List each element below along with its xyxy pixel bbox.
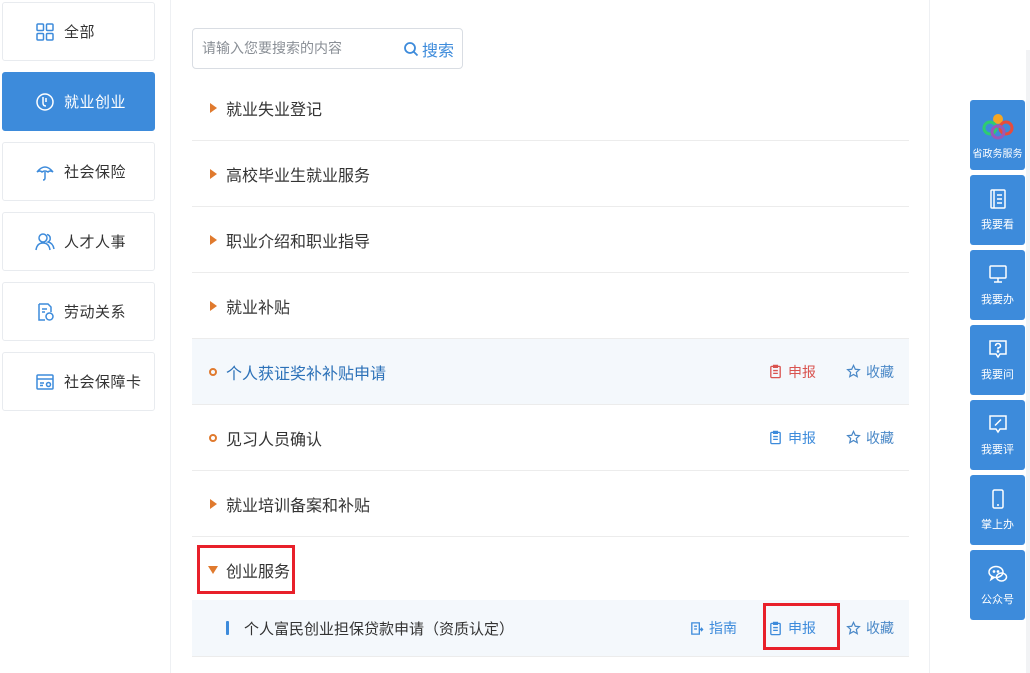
list-item[interactable]: 就业补贴 [192,273,909,339]
guide-button[interactable]: 指南 [689,618,737,638]
clipboard-icon [770,364,781,379]
favorite-button[interactable]: 收藏 [846,618,894,638]
mobile-button[interactable]: 掌上办 [970,475,1025,545]
wechat-icon [987,565,1007,582]
sidebar-item-label: 劳动关系 [64,303,127,321]
toolbar-label: 掌上办 [981,518,1014,531]
category-title: 就业培训备案和补贴 [226,495,371,515]
expand-arrow-icon [208,168,218,179]
guide-label: 指南 [709,621,737,637]
toolbar-label: 公众号 [981,593,1014,606]
toolbar-label: 我要问 [981,368,1014,381]
phone-icon [991,489,1004,509]
clipboard-icon [770,430,781,445]
document-shield-icon [35,302,55,322]
expand-arrow-icon [208,234,218,245]
sidebar-item-social-card[interactable]: 社会保障卡 [2,352,155,411]
list-item[interactable]: 就业失业登记 [192,75,909,141]
star-icon [846,430,861,444]
expand-arrow-icon [208,498,218,509]
wechat-button[interactable]: 公众号 [970,550,1025,620]
sidebar-item-label: 社会保障卡 [64,373,142,391]
sidebar-item-label: 人才人事 [64,233,127,251]
page-edge-divider [1026,50,1030,673]
sidebar-item-all[interactable]: 全部 [2,2,155,61]
list-item[interactable]: 创业服务 [192,537,909,603]
sidebar-item-label: 全部 [64,23,96,41]
expand-arrow-icon [208,102,218,113]
favorite-label: 收藏 [866,430,894,447]
category-title: 职业介绍和职业指导 [226,231,371,251]
service-title[interactable]: 个人获证奖补补贴申请 [226,360,386,384]
sidebar-item-employment[interactable]: 就业创业 [2,72,155,131]
ask-button[interactable]: 我要问 [970,325,1025,395]
circle-bullet-icon [208,433,218,442]
favorite-label: 收藏 [866,364,894,381]
star-icon [846,620,861,635]
sidebar-item-social-insurance[interactable]: 社会保险 [2,142,155,201]
highlight-box-startup-service [197,545,295,594]
view-button[interactable]: 我要看 [970,175,1025,245]
service-title[interactable]: 个人富民创业担保贷款申请（资质认定） [244,618,514,639]
toolbar-label: 省政务服务 [972,148,1023,160]
province-service-button[interactable]: 省政务服务 [970,100,1025,170]
list-item[interactable]: 职业介绍和职业指导 [192,207,909,273]
people-icon [35,232,55,252]
search-button[interactable]: 搜索 [403,37,462,61]
review-button[interactable]: 我要评 [970,400,1025,470]
apply-label: 申报 [788,364,816,381]
list-item[interactable]: 见习人员确认 申报 收藏 [192,405,909,471]
search-input[interactable] [193,29,403,68]
guide-document-icon [691,621,704,635]
circle-bullet-icon [208,367,218,376]
apply-button[interactable]: 申报 [768,428,816,448]
favorite-button[interactable]: 收藏 [846,428,894,448]
sidebar-item-label: 就业创业 [64,93,127,111]
employment-icon [35,92,55,112]
search-icon [404,41,419,56]
search-box: 搜索 [192,28,463,69]
service-title[interactable]: 见习人员确认 [226,426,322,450]
star-icon [846,364,861,378]
monitor-icon [988,265,1007,283]
book-icon [989,189,1006,209]
province-logo-icon [982,113,1013,139]
toolbar-label: 我要评 [981,443,1014,456]
favorite-label: 收藏 [866,621,894,637]
sub-item-bar-icon [222,621,232,635]
apply-label: 申报 [788,430,816,447]
list-item[interactable]: 个人获证奖补补贴申请 申报 收藏 [192,339,909,405]
sidebar-item-talent[interactable]: 人才人事 [2,212,155,271]
sidebar-item-label: 社会保险 [64,163,127,181]
favorite-button[interactable]: 收藏 [846,362,894,382]
apply-button[interactable]: 申报 [768,362,816,382]
expand-arrow-icon [208,300,218,311]
grid-icon [35,22,55,42]
umbrella-icon [35,162,55,182]
toolbar-label: 我要办 [981,293,1014,306]
toolbar-label: 我要看 [981,218,1014,231]
question-icon [988,340,1007,359]
category-title: 就业失业登记 [226,99,323,119]
sidebar-item-labor-relations[interactable]: 劳动关系 [2,282,155,341]
list-item[interactable]: 高校毕业生就业服务 [192,141,909,207]
card-icon [35,372,55,392]
category-title: 高校毕业生就业服务 [226,165,371,185]
list-item[interactable]: 就业培训备案和补贴 [192,471,909,537]
handle-button[interactable]: 我要办 [970,250,1025,320]
search-button-label: 搜索 [421,40,454,60]
edit-icon [988,415,1007,434]
category-title: 就业补贴 [226,297,291,317]
highlight-box-apply [763,603,840,650]
